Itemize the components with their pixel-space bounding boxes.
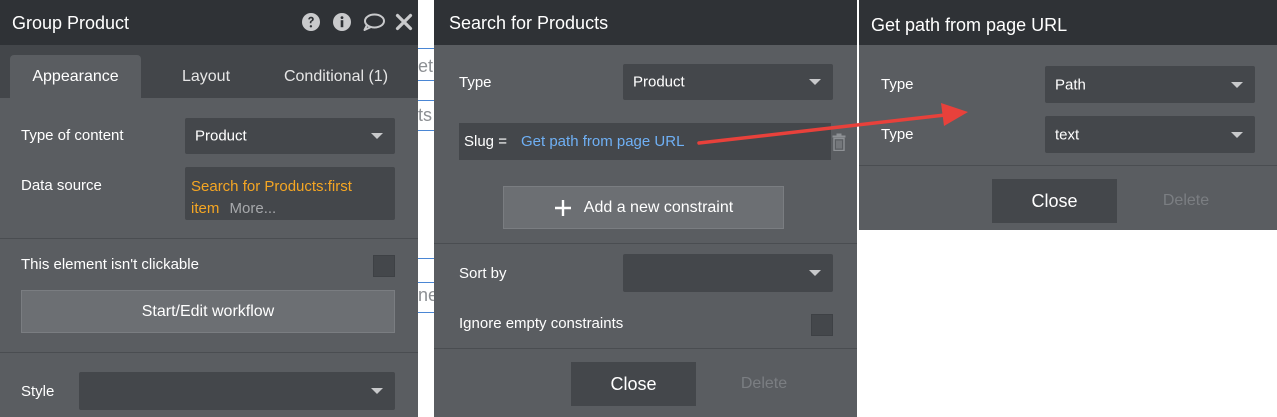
type-label: Type <box>881 126 914 143</box>
canvas-element-border <box>418 100 434 101</box>
tab-conditional[interactable]: Conditional (1) <box>270 55 402 98</box>
close-button[interactable]: Close <box>992 179 1117 223</box>
canvas-text-fragment: et <box>418 56 434 76</box>
get-path-panel: Get path from page URL Type Path Type te… <box>859 0 1277 230</box>
canvas-element-border <box>418 282 434 283</box>
ignore-empty-constraints-checkbox[interactable] <box>811 314 833 336</box>
help-icon[interactable] <box>301 12 321 32</box>
panel-title: Search for Products <box>449 13 609 33</box>
canvas-element-border <box>418 258 434 259</box>
type-of-content-label: Type of content <box>21 127 124 144</box>
panel-title: Get path from page URL <box>871 15 1068 35</box>
panel-header[interactable]: Get path from page URL <box>859 0 1277 45</box>
panel-header[interactable]: Group Product <box>0 0 418 45</box>
data-source-expression[interactable]: Search for Products:first item More... <box>185 167 395 220</box>
close-button[interactable]: Close <box>571 362 696 406</box>
add-constraint-button[interactable]: Add a new constraint <box>503 186 784 229</box>
chevron-down-icon <box>1231 81 1243 88</box>
tab-appearance[interactable]: Appearance <box>10 55 141 98</box>
chevron-down-icon <box>371 133 383 139</box>
chevron-down-icon <box>809 270 821 276</box>
canvas-element-border <box>418 48 434 49</box>
panel-title: Group Product <box>12 13 130 33</box>
style-dropdown[interactable] <box>79 372 395 410</box>
type-label: Type <box>881 76 914 93</box>
chevron-down-icon <box>371 388 383 394</box>
data-source-expression-text-cont[interactable]: item <box>191 200 219 217</box>
section-divider <box>434 243 857 244</box>
close-icon[interactable] <box>395 12 413 32</box>
data-source-expression-text[interactable]: Search for Products:first <box>191 178 352 195</box>
style-label: Style <box>21 383 55 400</box>
type-label: Type <box>459 74 492 91</box>
type-of-content-dropdown[interactable]: Product <box>185 118 395 154</box>
path-type-dropdown[interactable]: Path <box>1045 66 1255 103</box>
not-clickable-checkbox[interactable] <box>373 255 395 277</box>
value-type-value: text <box>1055 126 1080 143</box>
constraint-value-link[interactable]: Get path from page URL <box>521 133 684 150</box>
not-clickable-label: This element isn't clickable <box>21 256 199 273</box>
property-editor-panel: Group Product Appearance Layout Conditio… <box>0 0 418 417</box>
more-link[interactable]: More... <box>230 200 277 217</box>
chevron-down-icon <box>1231 131 1243 138</box>
data-source-label: Data source <box>21 177 102 194</box>
canvas-element-border <box>418 130 434 131</box>
search-for-products-panel: Search for Products Type Product Slug = … <box>434 0 857 417</box>
type-of-content-value: Product <box>195 127 247 145</box>
type-value: Product <box>633 73 685 91</box>
plus-icon <box>554 199 571 216</box>
section-divider <box>0 352 418 353</box>
canvas-text-fragment: ne <box>418 285 434 305</box>
delete-button[interactable]: Delete <box>1146 179 1226 223</box>
add-constraint-label: Add a new constraint <box>583 198 734 216</box>
trash-icon[interactable] <box>832 133 846 151</box>
ignore-empty-constraints-label: Ignore empty constraints <box>459 315 624 332</box>
sort-by-dropdown[interactable] <box>623 254 833 292</box>
comment-icon[interactable] <box>362 12 386 32</box>
start-edit-workflow-button[interactable]: Start/Edit workflow <box>21 290 395 333</box>
constraint-field[interactable]: Slug = <box>464 133 507 150</box>
info-icon[interactable] <box>332 12 352 32</box>
value-type-dropdown[interactable]: text <box>1045 116 1255 153</box>
tab-layout[interactable]: Layout <box>160 55 252 98</box>
chevron-down-icon <box>809 79 821 85</box>
tab-bar: Appearance Layout Conditional (1) <box>0 45 418 98</box>
constraint-row: Slug = Get path from page URL <box>459 123 831 160</box>
type-dropdown[interactable]: Product <box>623 64 833 100</box>
panel-footer: Close Delete <box>859 165 1277 230</box>
path-type-value: Path <box>1055 76 1086 93</box>
canvas-text-fragment: ts <box>418 105 433 125</box>
canvas-element-border <box>418 312 434 313</box>
sort-by-label: Sort by <box>459 265 507 282</box>
canvas-element-border <box>418 80 434 81</box>
section-divider <box>0 238 418 239</box>
panel-footer: Close Delete <box>434 348 857 417</box>
panel-header[interactable]: Search for Products <box>434 0 857 45</box>
delete-button[interactable]: Delete <box>724 362 804 406</box>
